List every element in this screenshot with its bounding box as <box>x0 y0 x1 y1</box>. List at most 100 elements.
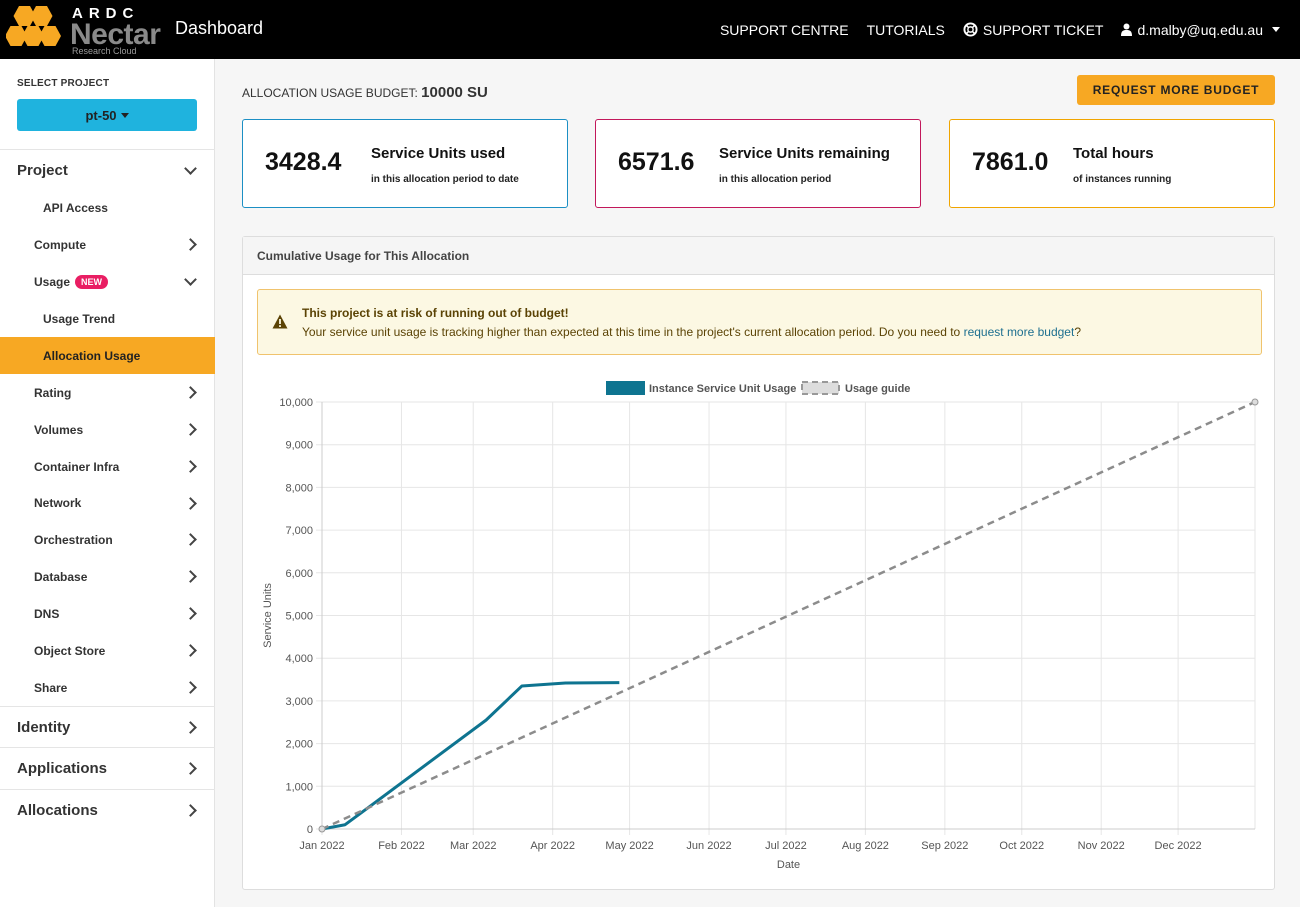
panel-header: Cumulative Usage for This Allocation <box>243 237 1274 275</box>
sidebar-item-label: Volumes <box>34 422 84 437</box>
chevron-right-icon <box>184 460 197 473</box>
budget-warning-alert: This project is at risk of running out o… <box>257 289 1262 355</box>
sidebar-item-label: Allocation Usage <box>43 348 141 363</box>
chevron-right-icon <box>184 720 197 734</box>
sidebar-item-label: Compute <box>34 237 86 252</box>
hexagon-logo-icon <box>6 6 61 46</box>
total-hours-card: 7861.0 Total hours of instances running <box>949 119 1275 208</box>
total-hours-value: 7861.0 <box>972 148 1049 176</box>
sidebar-section-applications[interactable]: Applications <box>0 748 215 789</box>
chevron-right-icon <box>184 570 197 583</box>
brand-subtitle: Research Cloud <box>72 46 137 56</box>
user-menu[interactable]: d.malby@uq.edu.au <box>1121 22 1280 38</box>
alert-text: Your service unit usage is tracking high… <box>302 325 961 339</box>
sidebar-item-share[interactable]: Share <box>0 669 215 706</box>
tutorials-link[interactable]: TUTORIALS <box>867 22 945 38</box>
alert-message: Your service unit usage is tracking high… <box>302 325 1081 339</box>
sidebar-section-label: Project <box>17 161 68 179</box>
page-title: Dashboard <box>175 18 264 38</box>
user-email: d.malby@uq.edu.au <box>1137 21 1263 38</box>
budget-value: 10000 SU <box>421 84 488 101</box>
alert-text-tail: ? <box>1074 325 1082 339</box>
request-more-budget-link[interactable]: request more budget <box>964 325 1075 339</box>
su-used-title: Service Units used <box>371 145 506 162</box>
cumulative-usage-panel: Cumulative Usage for This Allocation Thi… <box>242 236 1275 890</box>
chevron-right-icon <box>184 607 197 620</box>
sidebar-item-orchestration[interactable]: Orchestration <box>0 521 215 558</box>
su-used-subtitle: in this allocation period to date <box>371 174 519 185</box>
tutorials-label: TUTORIALS <box>866 21 945 38</box>
sidebar-item-allocation-usage[interactable]: Allocation Usage <box>0 337 215 374</box>
nectar-logo[interactable]: ARDC Nectar Research Cloud <box>6 4 172 56</box>
sidebar-item-compute[interactable]: Compute <box>0 226 215 263</box>
su-used-value: 3428.4 <box>265 148 342 176</box>
sidebar-item-label: Usage <box>34 274 71 289</box>
chevron-down-icon <box>1272 27 1280 32</box>
chevron-down-icon <box>184 161 197 175</box>
sidebar-section-label: Allocations <box>17 801 98 819</box>
user-icon <box>1121 23 1133 36</box>
request-more-budget-button[interactable]: REQUEST MORE BUDGET <box>1077 75 1275 105</box>
sidebar-item-dns[interactable]: DNS <box>0 595 215 632</box>
sidebar-item-api-access[interactable]: API Access <box>0 190 215 226</box>
sidebar-item-volumes[interactable]: Volumes <box>0 411 215 448</box>
sidebar-item-label: API Access <box>43 201 108 215</box>
total-hours-title: Total hours <box>1073 145 1154 162</box>
project-name: pt-50 <box>85 107 117 123</box>
su-used-card: 3428.4 Service Units used in this alloca… <box>242 119 568 208</box>
support-ticket-link[interactable]: SUPPORT TICKET <box>963 21 1104 38</box>
chevron-right-icon <box>184 386 197 399</box>
project-selector[interactable]: pt-50 <box>17 99 197 131</box>
chevron-right-icon <box>184 644 197 657</box>
chevron-right-icon <box>184 533 197 546</box>
sidebar-item-usage[interactable]: Usage NEW <box>0 263 215 300</box>
sidebar-section-project[interactable]: Project <box>0 150 215 190</box>
sidebar-item-label: Container Infra <box>34 459 120 474</box>
new-badge: NEW <box>75 274 109 289</box>
sidebar-section-allocations[interactable]: Allocations <box>0 790 215 830</box>
sidebar-item-database[interactable]: Database <box>0 558 215 595</box>
sidebar-item-container-infra[interactable]: Container Infra <box>0 448 215 485</box>
su-remaining-value: 6571.6 <box>618 148 695 176</box>
chevron-right-icon <box>184 496 197 510</box>
chevron-right-icon <box>184 238 197 251</box>
support-centre-link[interactable]: SUPPORT CENTRE <box>720 22 849 38</box>
chevron-right-icon <box>184 681 197 694</box>
sidebar-item-network[interactable]: Network <box>0 485 215 521</box>
top-navbar: ARDC Nectar Research Cloud Dashboard SUP… <box>0 0 1300 59</box>
sidebar-item-label: Object Store <box>34 643 106 658</box>
allocation-budget: ALLOCATION USAGE BUDGET: 10000 SU <box>242 84 488 101</box>
su-remaining-subtitle: in this allocation period <box>719 174 832 185</box>
chevron-right-icon <box>184 762 197 775</box>
panel-title: Cumulative Usage for This Allocation <box>257 249 470 263</box>
alert-title: This project is at risk of running out o… <box>302 306 569 320</box>
sidebar-item-label: Database <box>34 569 88 584</box>
sidebar-item-label: Usage Trend <box>43 311 116 326</box>
sidebar-item-object-store[interactable]: Object Store <box>0 632 215 669</box>
sidebar-item-label: Network <box>34 496 82 510</box>
sidebar-item-label: DNS <box>34 606 60 621</box>
chevron-right-icon <box>184 803 197 817</box>
sidebar-item-label: Orchestration <box>34 532 113 547</box>
sidebar-section-identity[interactable]: Identity <box>0 707 215 747</box>
sidebar-item-usage-trend[interactable]: Usage Trend <box>0 300 215 337</box>
support-centre-label: SUPPORT CENTRE <box>719 21 849 38</box>
chevron-down-icon <box>184 273 197 286</box>
su-remaining-card: 6571.6 Service Units remaining in this a… <box>595 119 921 208</box>
sidebar-item-rating[interactable]: Rating <box>0 374 215 411</box>
total-hours-subtitle: of instances running <box>1073 174 1172 185</box>
chevron-right-icon <box>184 423 197 436</box>
budget-label: ALLOCATION USAGE BUDGET: <box>242 86 418 100</box>
chevron-down-icon <box>120 112 129 118</box>
sidebar-section-label: Applications <box>17 760 108 777</box>
sidebar-item-label: Rating <box>34 385 72 400</box>
select-project-label: SELECT PROJECT <box>17 78 110 89</box>
warning-icon <box>272 314 288 329</box>
sidebar: SELECT PROJECT pt-50 Project API Access … <box>0 59 215 907</box>
top-nav-links: SUPPORT CENTRE TUTORIALS SUPPORT TICKET … <box>720 0 1280 59</box>
sidebar-section-label: Identity <box>17 718 71 736</box>
su-remaining-title: Service Units remaining <box>719 145 890 162</box>
lifebuoy-icon <box>963 22 978 37</box>
support-ticket-label: SUPPORT TICKET <box>982 21 1104 38</box>
sidebar-item-label: Share <box>34 680 68 695</box>
